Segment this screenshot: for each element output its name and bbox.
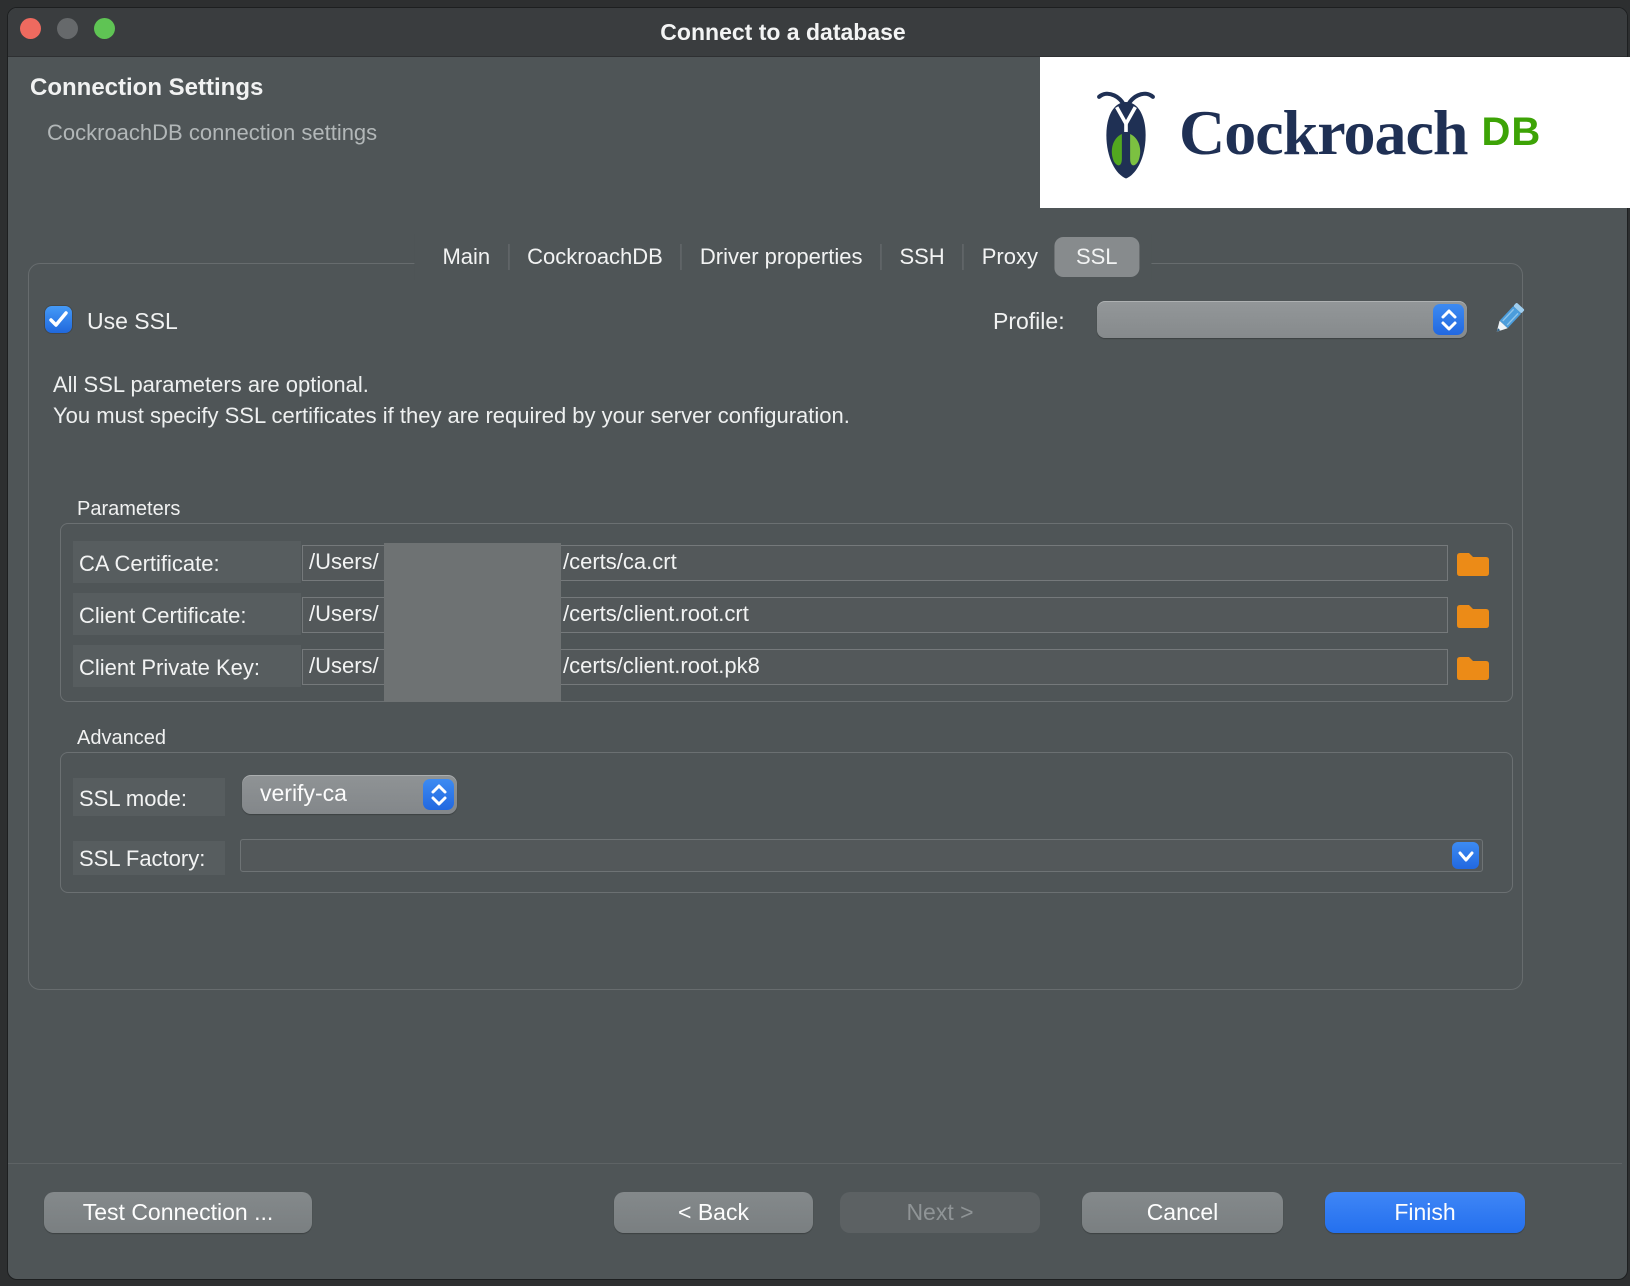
use-ssl-label: Use SSL: [87, 308, 178, 335]
close-icon[interactable]: [20, 18, 41, 39]
ca-certificate-path-prefix: /Users/: [309, 549, 379, 575]
tab-separator: [508, 244, 509, 270]
tab-separator: [963, 244, 964, 270]
window-title: Connect to a database: [660, 19, 905, 46]
client-private-key-path-suffix: /certs/client.root.pk8: [563, 653, 760, 679]
ssl-mode-select[interactable]: verify-ca: [242, 775, 457, 814]
cockroach-bug-icon: [1095, 85, 1157, 181]
check-icon: [45, 306, 72, 333]
ssl-note-line1: All SSL parameters are optional.: [53, 369, 850, 400]
tab-main[interactable]: Main: [426, 237, 506, 277]
use-ssl-checkbox[interactable]: [45, 306, 72, 333]
logo-db-suffix: DB: [1481, 110, 1541, 155]
ssl-mode-label: SSL mode:: [79, 786, 187, 812]
ssl-factory-label: SSL Factory:: [79, 846, 205, 872]
client-certificate-path-suffix: /certs/client.root.crt: [563, 601, 749, 627]
folder-icon[interactable]: [1455, 653, 1491, 683]
client-private-key-path-prefix: /Users/: [309, 653, 379, 679]
tab-separator: [880, 244, 881, 270]
folder-icon[interactable]: [1455, 549, 1491, 579]
screenshot-stage: Connect to a database Connection Setting…: [0, 0, 1630, 1286]
tab-bar: Main CockroachDB Driver properties SSH P…: [414, 234, 1151, 280]
client-certificate-label: Client Certificate:: [79, 603, 247, 629]
ca-certificate-label: CA Certificate:: [79, 551, 220, 577]
chevron-down-icon[interactable]: [1452, 842, 1479, 869]
profile-label: Profile:: [993, 308, 1065, 335]
profile-select[interactable]: [1097, 301, 1467, 338]
tab-ssl[interactable]: SSL: [1054, 237, 1140, 277]
ssl-note: All SSL parameters are optional. You mus…: [53, 369, 850, 431]
tab-ssh[interactable]: SSH: [883, 237, 960, 277]
client-private-key-label: Client Private Key:: [79, 655, 260, 681]
back-button[interactable]: < Back: [614, 1192, 813, 1233]
ca-certificate-path-suffix: /certs/ca.crt: [563, 549, 677, 575]
ssl-note-line2: You must specify SSL certificates if the…: [53, 400, 850, 431]
page-subtitle: CockroachDB connection settings: [47, 120, 377, 146]
finish-button[interactable]: Finish: [1325, 1192, 1525, 1233]
redacted-username-overlay: [384, 543, 561, 702]
tab-cockroachdb[interactable]: CockroachDB: [511, 237, 679, 277]
chevron-up-down-icon[interactable]: [423, 779, 454, 810]
tab-separator: [681, 244, 682, 270]
logo-wordmark: Cockroach: [1179, 101, 1467, 165]
zoom-icon[interactable]: [94, 18, 115, 39]
next-button[interactable]: Next >: [840, 1192, 1040, 1233]
folder-icon[interactable]: [1455, 601, 1491, 631]
parameters-group-label: Parameters: [77, 498, 180, 521]
footer-separator: [8, 1163, 1622, 1164]
page-title: Connection Settings: [30, 74, 263, 102]
tab-driver-properties[interactable]: Driver properties: [684, 237, 879, 277]
test-connection-button[interactable]: Test Connection ...: [44, 1192, 312, 1233]
cockroachdb-logo: Cockroach DB: [1040, 57, 1630, 208]
minimize-icon[interactable]: [57, 18, 78, 39]
client-certificate-path-prefix: /Users/: [309, 601, 379, 627]
ssl-mode-value: verify-ca: [260, 780, 347, 807]
chevron-up-down-icon[interactable]: [1433, 304, 1464, 335]
advanced-group-label: Advanced: [77, 727, 166, 750]
pencil-icon[interactable]: [1491, 300, 1525, 338]
tab-proxy[interactable]: Proxy: [966, 237, 1054, 277]
cancel-button[interactable]: Cancel: [1082, 1192, 1283, 1233]
ssl-factory-combo[interactable]: [240, 839, 1483, 872]
